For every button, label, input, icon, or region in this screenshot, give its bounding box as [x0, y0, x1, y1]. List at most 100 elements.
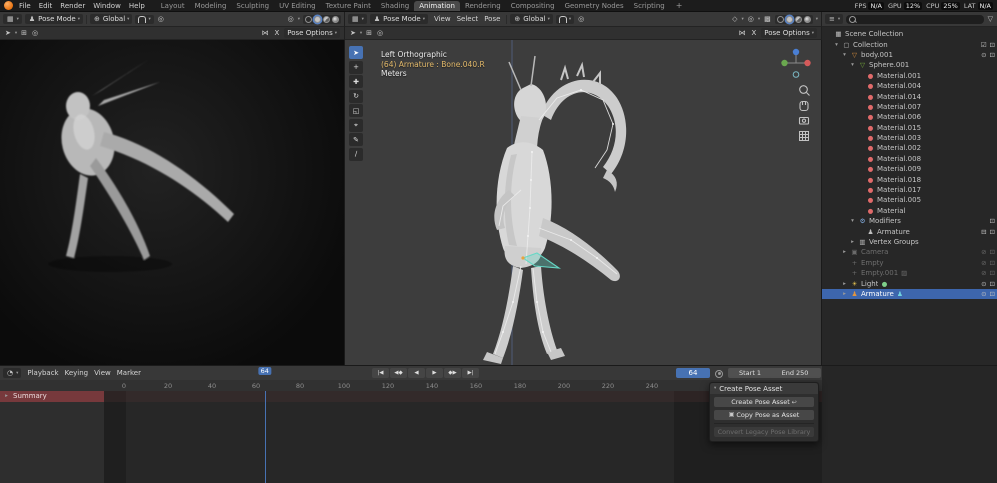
panel-header[interactable]: ▾ Create Pose Asset [710, 383, 818, 394]
workspace-tab-layout[interactable]: Layout [156, 1, 190, 11]
cam-icon[interactable]: ⊡ [990, 280, 995, 288]
transform-tool[interactable]: ⌖ [349, 119, 363, 132]
outliner-row-armature[interactable]: ▸♟Armature♟⊙⊡ [822, 289, 997, 299]
menu-edit[interactable]: Edit [35, 2, 57, 10]
eyec-icon[interactable]: ⊘ [981, 259, 986, 267]
menu-file[interactable]: File [15, 2, 35, 10]
pan-hand-icon[interactable] [800, 102, 808, 111]
channel-list[interactable] [0, 391, 105, 483]
gizmos-icon[interactable]: ◇ [731, 15, 738, 23]
mirror-x-toggle[interactable]: X [272, 29, 281, 37]
outliner-row-light[interactable]: ▸☀Light●⊙⊡ [822, 278, 997, 288]
workspace-tab-geometry-nodes[interactable]: Geometry Nodes [560, 1, 629, 11]
outliner-row-material[interactable]: ●Material [822, 206, 997, 216]
timeline-menu-marker[interactable]: Marker [114, 369, 144, 377]
measure-tool[interactable]: ∕ [349, 148, 363, 161]
workspace-tab-sculpting[interactable]: Sculpting [231, 1, 274, 11]
pose-options-dropdown[interactable]: Pose Options ▾ [284, 28, 340, 38]
auto-keying-toggle[interactable] [715, 370, 723, 378]
proportional-edit-icon[interactable]: ◎ [157, 15, 165, 23]
jump-to-end-button[interactable]: ▶| [462, 368, 479, 378]
navigation-gizmo[interactable] [779, 46, 813, 80]
tweak-select-tool[interactable]: ➤ [349, 46, 363, 59]
workspace-tab-compositing[interactable]: Compositing [506, 1, 560, 11]
rendered-shading-icon[interactable] [804, 16, 811, 23]
expander-icon[interactable]: ▸ [841, 249, 848, 255]
outliner-row-modifiers[interactable]: ▾⚙Modifiers⊡ [822, 216, 997, 226]
add-workspace-button[interactable]: + [672, 1, 687, 10]
snapping-dropdown[interactable]: ▾ [135, 15, 153, 24]
active-tool-icon[interactable]: ➤ [4, 29, 12, 37]
workspace-tab-rendering[interactable]: Rendering [460, 1, 506, 11]
search-input[interactable] [846, 15, 983, 24]
pivot-point-icon[interactable]: ◎ [376, 29, 384, 37]
expander-icon[interactable]: ▾ [841, 52, 848, 58]
menu-help[interactable]: Help [125, 2, 149, 10]
outliner-row-material-017[interactable]: ●Material.017 [822, 185, 997, 195]
snap-settings-icon[interactable]: ⊞ [365, 29, 373, 37]
mode-dropdown[interactable]: ♟ Pose Mode ▾ [370, 14, 428, 24]
properties-editor[interactable] [822, 365, 997, 483]
axis-negative-icon[interactable] [793, 72, 799, 78]
outliner-row-material-009[interactable]: ●Material.009 [822, 164, 997, 174]
camd-icon[interactable]: ⊡ [990, 259, 995, 267]
pivot-point-icon[interactable]: ◎ [31, 29, 39, 37]
expander-icon[interactable]: ▸ [849, 239, 856, 245]
workspace-tab-uv-editing[interactable]: UV Editing [274, 1, 321, 11]
cursor-tool[interactable]: + [349, 61, 363, 74]
viewport-left-canvas[interactable] [0, 40, 345, 365]
summary-channel[interactable]: ▸ Summary [0, 391, 104, 402]
jump-to-prev-keyframe-button[interactable]: ◀◆ [390, 368, 407, 378]
rendered-shading-icon[interactable] [332, 16, 339, 23]
material-shading-icon[interactable] [795, 16, 802, 23]
eyec-icon[interactable]: ⊘ [981, 269, 986, 277]
solid-shading-icon[interactable] [786, 16, 793, 23]
jump-to-start-button[interactable]: |◀ [372, 368, 389, 378]
expander-icon[interactable]: ▸ [841, 291, 848, 297]
outliner-row-armature[interactable]: ♟Armature⊟⊡ [822, 226, 997, 236]
cam-icon[interactable]: ⊡ [990, 290, 995, 298]
menu-select[interactable]: Select [454, 15, 482, 23]
workspace-tab-modeling[interactable]: Modeling [190, 1, 232, 11]
timeline-menu-view[interactable]: View [91, 369, 114, 377]
outliner-row-vertex-groups[interactable]: ▸▥Vertex Groups [822, 237, 997, 247]
playhead-frame-chip[interactable]: 64 [258, 367, 271, 375]
cam-icon[interactable]: ⊡ [990, 228, 995, 236]
orientation-dropdown[interactable]: ⊕ Global ▾ [90, 14, 132, 24]
expander-icon[interactable]: ▸ [841, 281, 848, 287]
outliner-row-material-015[interactable]: ●Material.015 [822, 123, 997, 133]
cam-icon[interactable]: ⊡ [990, 217, 995, 225]
editor-type-dropdown[interactable]: ▦ ▾ [348, 14, 367, 24]
expander-icon[interactable]: ▾ [849, 218, 856, 224]
workspace-tab-shading[interactable]: Shading [376, 1, 414, 11]
overlays-icon[interactable]: ◎ [747, 15, 755, 23]
editor-type-dropdown[interactable]: ▦ ▾ [3, 14, 22, 24]
cam-icon[interactable]: ⊡ [990, 41, 995, 49]
grid-icon[interactable] [800, 132, 809, 141]
expander-icon[interactable]: ▸ [3, 393, 10, 399]
timeline-menu-keying[interactable]: Keying [62, 369, 92, 377]
outliner-row-material-005[interactable]: ●Material.005 [822, 195, 997, 205]
outliner-row-material-014[interactable]: ●Material.014 [822, 91, 997, 101]
rotate-tool[interactable]: ↻ [349, 90, 363, 103]
snap-settings-icon[interactable]: ⊞ [20, 29, 28, 37]
outliner-row-empty-001[interactable]: +Empty.001▨⊘⊡ [822, 268, 997, 278]
axis-x-icon[interactable] [804, 60, 810, 66]
jump-to-next-keyframe-button[interactable]: ◆▶ [444, 368, 461, 378]
mode-dropdown[interactable]: ♟ Pose Mode ▾ [25, 14, 83, 24]
viewport-main-canvas[interactable]: ➤+✚↻◱⌖✎∕ Left Orthographic (64) Armature… [345, 40, 822, 365]
outliner-row-material-018[interactable]: ●Material.018 [822, 174, 997, 184]
mirror-x-toggle[interactable]: X [749, 29, 758, 37]
expander-icon[interactable]: ▾ [833, 42, 840, 48]
camera-view-icon[interactable] [800, 118, 809, 125]
outliner-row-empty[interactable]: +Empty⊘⊡ [822, 258, 997, 268]
screen-icon[interactable]: ⊟ [981, 228, 986, 236]
filter-icon[interactable]: ▽ [987, 15, 994, 23]
menu-pose[interactable]: Pose [481, 15, 503, 23]
move-tool[interactable]: ✚ [349, 75, 363, 88]
outliner-row-material-002[interactable]: ●Material.002 [822, 143, 997, 153]
proportional-edit-icon[interactable]: ◎ [577, 15, 585, 23]
outliner-row-material-007[interactable]: ●Material.007 [822, 102, 997, 112]
editor-type-dropdown[interactable]: ◔ ▾ [3, 368, 21, 378]
eye-icon[interactable]: ⊙ [981, 290, 986, 298]
